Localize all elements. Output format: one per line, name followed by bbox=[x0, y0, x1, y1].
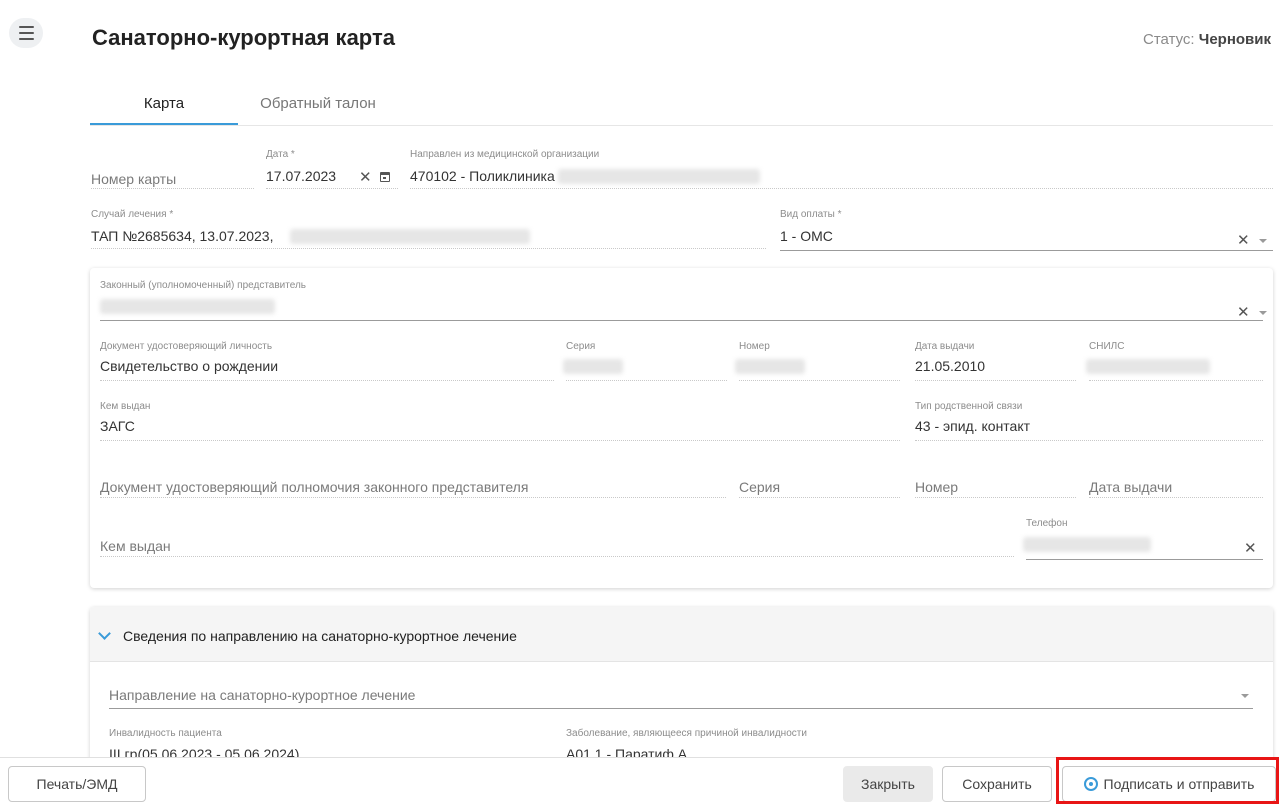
referral-dropdown-icon[interactable] bbox=[1241, 694, 1249, 698]
status-indicator: Статус: Черновик bbox=[1143, 31, 1271, 48]
status-value: Черновик bbox=[1198, 31, 1271, 48]
redacted-text bbox=[290, 229, 530, 244]
redacted-text bbox=[1086, 359, 1210, 374]
representative-label: Законный (уполномоченный) представитель bbox=[100, 280, 306, 291]
referred-from-label: Направлен из медицинской организации bbox=[410, 149, 600, 160]
print-button[interactable]: Печать/ЭМД bbox=[8, 766, 146, 802]
referred-from-field[interactable]: 470102 - Поликлиника bbox=[410, 168, 555, 184]
referral-section-header[interactable]: Сведения по направлению на санаторно-кур… bbox=[90, 607, 1273, 662]
referral-section-title: Сведения по направлению на санаторно-кур… bbox=[123, 628, 517, 644]
redacted-text bbox=[1023, 537, 1151, 552]
id-doc-label: Документ удостоверяющий личность bbox=[100, 341, 273, 352]
disease-label: Заболевание, являющееся причиной инвалид… bbox=[566, 728, 807, 739]
calendar-icon[interactable] bbox=[380, 172, 390, 182]
tab-card[interactable]: Карта bbox=[90, 83, 238, 125]
status-label: Статус: bbox=[1143, 31, 1195, 48]
issue-date-label: Дата выдачи bbox=[915, 341, 975, 352]
close-button[interactable]: Закрыть bbox=[843, 766, 933, 802]
case-label: Случай лечения * bbox=[91, 209, 174, 220]
card-number-field[interactable]: Номер карты bbox=[91, 171, 176, 187]
menu-button[interactable] bbox=[9, 18, 43, 48]
clear-payment-icon[interactable]: ✕ bbox=[1237, 233, 1250, 248]
issued-by-field[interactable]: ЗАГС bbox=[100, 418, 135, 434]
page-title: Санаторно-курортная карта bbox=[92, 25, 395, 50]
authority-series-field[interactable]: Серия bbox=[739, 479, 780, 495]
redacted-text bbox=[100, 299, 275, 314]
id-doc-field[interactable]: Свидетельство о рождении bbox=[100, 358, 278, 374]
payment-select[interactable]: 1 - ОМС bbox=[780, 228, 833, 244]
sign-and-send-button[interactable]: Подписать и отправить bbox=[1062, 766, 1276, 802]
hamburger-icon bbox=[18, 26, 34, 28]
tab-bar: Карта Обратный талон bbox=[90, 83, 1273, 126]
issued-by-label: Кем выдан bbox=[100, 401, 151, 412]
sign-and-send-label: Подписать и отправить bbox=[1103, 776, 1255, 792]
redacted-text bbox=[558, 169, 760, 184]
authority-date-field[interactable]: Дата выдачи bbox=[1089, 479, 1172, 495]
authority-doc-field[interactable]: Документ удостоверяющий полномочия закон… bbox=[100, 479, 528, 495]
payment-label: Вид оплаты * bbox=[780, 209, 842, 220]
representative-select[interactable] bbox=[100, 320, 1263, 321]
relation-label: Тип родственной связи bbox=[915, 401, 1023, 412]
redacted-text bbox=[563, 359, 623, 374]
case-field[interactable]: ТАП №2685634, 13.07.2023, bbox=[91, 228, 273, 244]
chevron-down-icon bbox=[98, 627, 111, 640]
tab-return-coupon[interactable]: Обратный талон bbox=[248, 83, 388, 125]
authority-issued-by-field[interactable]: Кем выдан bbox=[100, 538, 171, 554]
representative-dropdown-icon[interactable] bbox=[1259, 311, 1267, 315]
signature-icon bbox=[1083, 777, 1098, 791]
referral-section: Сведения по направлению на санаторно-кур… bbox=[90, 607, 1273, 777]
redacted-text bbox=[735, 359, 805, 374]
issue-date-field[interactable]: 21.05.2010 bbox=[915, 358, 985, 374]
clear-phone-icon[interactable]: ✕ bbox=[1244, 541, 1257, 556]
disability-label: Инвалидность пациента bbox=[109, 728, 222, 739]
snils-label: СНИЛС bbox=[1089, 341, 1125, 352]
series-label: Серия bbox=[566, 341, 596, 352]
save-button[interactable]: Сохранить bbox=[942, 766, 1052, 802]
representative-card: Законный (уполномоченный) представитель … bbox=[90, 268, 1273, 588]
clear-representative-icon[interactable]: ✕ bbox=[1237, 305, 1250, 320]
date-field[interactable]: 17.07.2023 bbox=[266, 168, 336, 184]
phone-field[interactable] bbox=[1026, 559, 1263, 560]
referral-select[interactable]: Направление на санаторно-курортное лечен… bbox=[109, 687, 415, 703]
number-label: Номер bbox=[739, 341, 770, 352]
action-bar: Печать/ЭМД Закрыть Сохранить Подписать и… bbox=[0, 757, 1279, 804]
relation-field[interactable]: 43 - эпид. контакт bbox=[915, 418, 1030, 434]
phone-label: Телефон bbox=[1026, 518, 1068, 529]
clear-date-icon[interactable]: ✕ bbox=[359, 170, 372, 185]
date-label: Дата * bbox=[266, 149, 295, 160]
payment-dropdown-icon[interactable] bbox=[1259, 239, 1267, 243]
authority-number-field[interactable]: Номер bbox=[915, 479, 958, 495]
